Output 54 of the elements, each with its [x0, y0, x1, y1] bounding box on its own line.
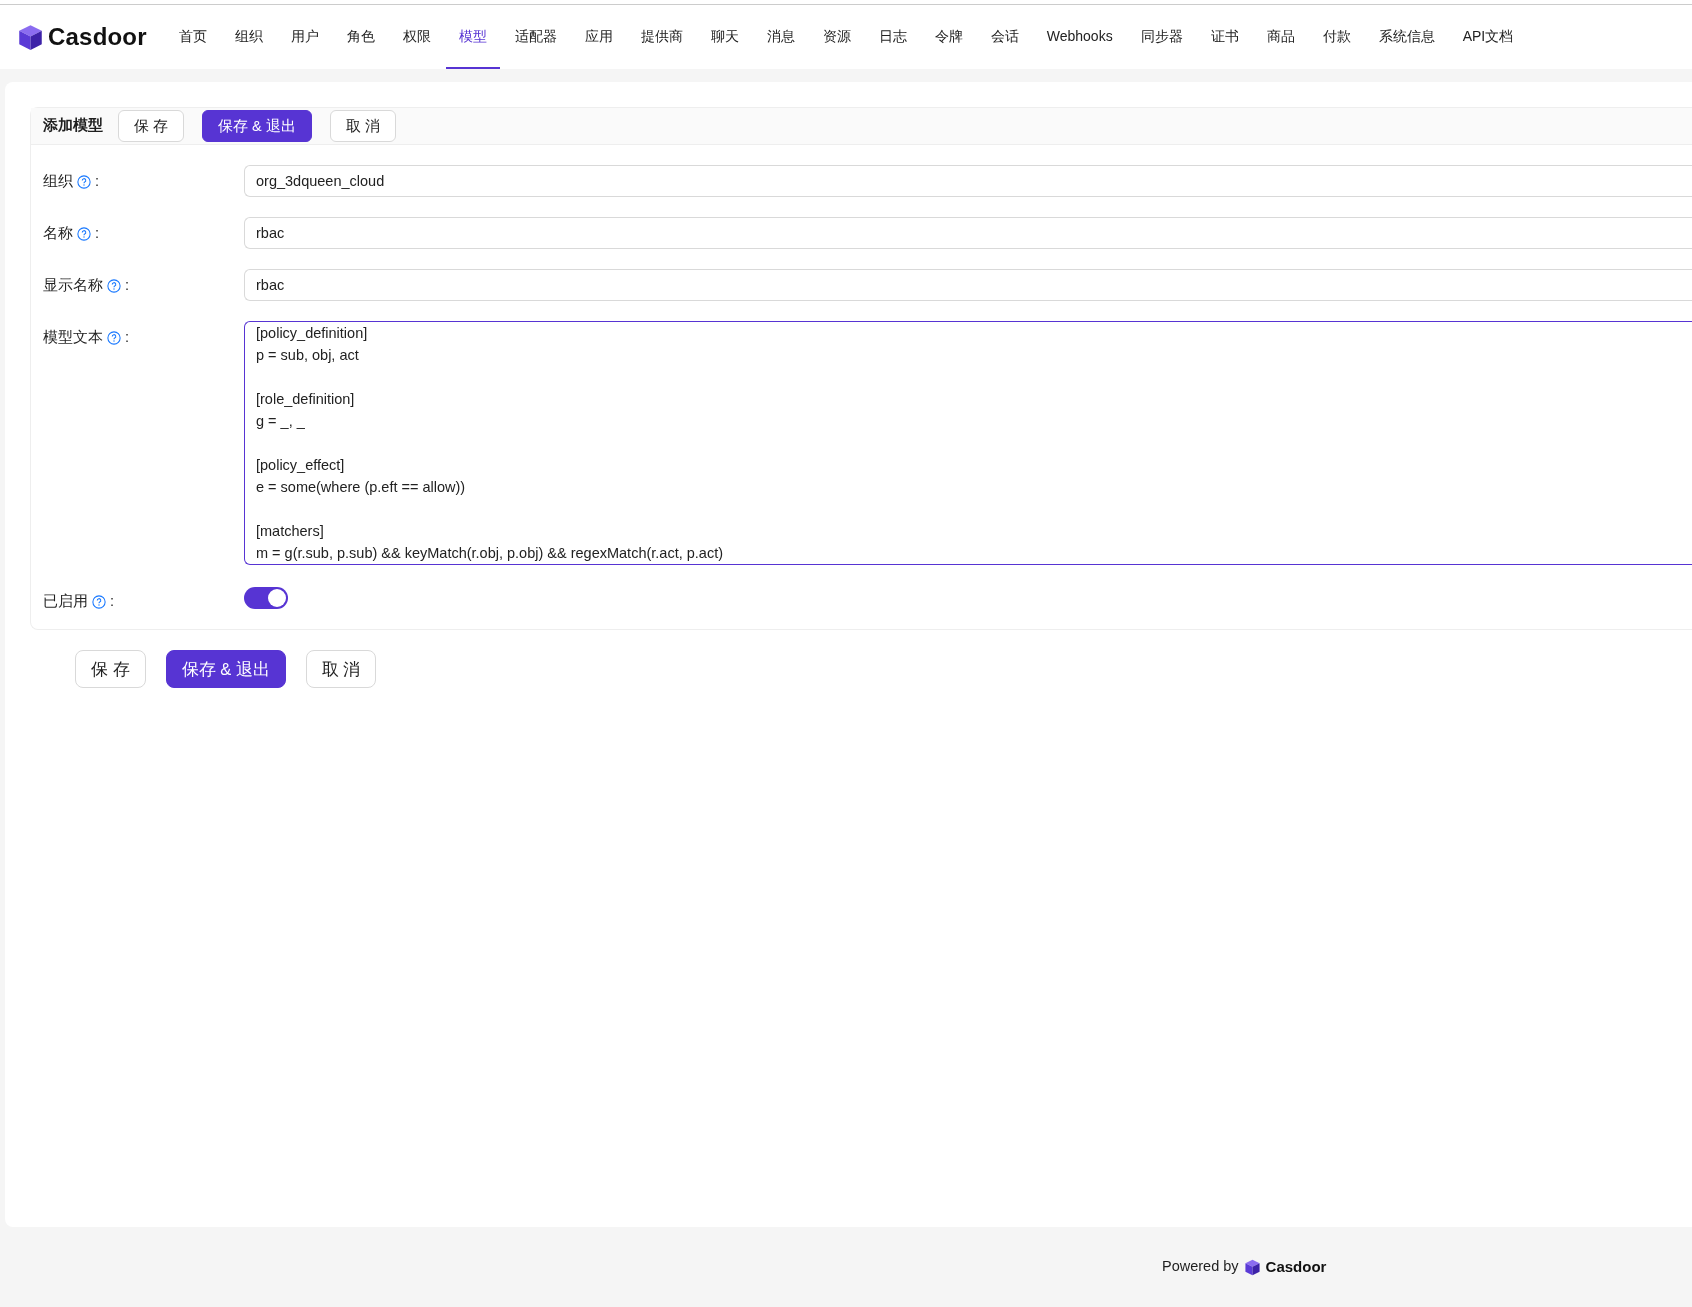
- nav-tab[interactable]: 角色: [333, 5, 388, 69]
- nav-tab[interactable]: 系统信息: [1365, 5, 1448, 69]
- input-field[interactable]: rbac: [244, 269, 1692, 301]
- label-colon: :: [95, 172, 100, 191]
- form-title: 添加模型: [43, 116, 103, 136]
- save-exit-button[interactable]: 保存 & 退出: [202, 110, 312, 142]
- nav-tab[interactable]: 会话: [977, 5, 1032, 69]
- label-colon: :: [125, 276, 130, 295]
- field-label: 模型文本: [43, 328, 103, 347]
- input-field[interactable]: rbac: [244, 217, 1692, 249]
- action-button[interactable]: 保 存: [118, 110, 185, 142]
- nav-tab[interactable]: 提供商: [627, 5, 696, 69]
- model-text-field[interactable]: [policy_definition] p = sub, obj, act [role_definition] g = _, _ [policy_effect] e = some(where (p.eft == allow)) [matchers] m = g(r.sub, p.sub) && keyMatch(r.obj, p.obj) && regexMatch(r.act, p.act): [244, 321, 1692, 565]
- nav-tab[interactable]: 同步器: [1127, 5, 1196, 69]
- nav-tab[interactable]: 应用: [571, 5, 626, 69]
- nav-tab[interactable]: 资源: [809, 5, 864, 69]
- nav-tab[interactable]: 适配器: [501, 5, 570, 69]
- nav-tab[interactable]: 令牌: [921, 5, 976, 69]
- toggle-switch[interactable]: [244, 587, 288, 609]
- nav-tab[interactable]: 组织: [221, 5, 276, 69]
- action-button[interactable]: 取 消: [329, 110, 396, 142]
- help-icon[interactable]: [107, 278, 121, 293]
- help-icon[interactable]: [77, 174, 91, 189]
- nav-tab[interactable]: 首页: [165, 5, 220, 69]
- cube-logo-icon: [1243, 1258, 1261, 1276]
- cube-logo-icon: [17, 23, 44, 51]
- powered-by-text: Powered by: [1162, 1257, 1239, 1277]
- nav-tab[interactable]: 消息: [753, 5, 808, 69]
- nav-tab[interactable]: 证书: [1197, 5, 1252, 69]
- nav-tab[interactable]: 商品: [1253, 5, 1308, 69]
- action-button[interactable]: 保 存: [75, 649, 146, 688]
- footer-brand-name[interactable]: Casdoor: [1265, 1255, 1327, 1279]
- field-label: 名称: [43, 224, 73, 243]
- label-colon: :: [125, 328, 130, 347]
- label-colon: :: [95, 224, 100, 243]
- action-button[interactable]: 取 消: [305, 649, 377, 688]
- input-field[interactable]: org_3dqueen_cloud: [244, 165, 1692, 197]
- nav-tab[interactable]: 权限: [389, 5, 444, 69]
- nav-tab[interactable]: Webhooks: [1033, 5, 1126, 69]
- nav-tab[interactable]: API文档: [1449, 5, 1527, 69]
- field-label: 显示名称: [43, 276, 103, 295]
- field-label: 已启用: [43, 592, 88, 611]
- brand-name[interactable]: Casdoor: [48, 19, 147, 55]
- nav-tab[interactable]: 聊天: [697, 5, 752, 69]
- help-icon[interactable]: [77, 226, 91, 241]
- nav-tab[interactable]: 用户: [277, 5, 332, 69]
- nav-tab[interactable]: 模型: [445, 5, 500, 69]
- nav-tab[interactable]: 日志: [865, 5, 920, 69]
- help-icon[interactable]: [107, 330, 121, 345]
- field-label: 组织: [43, 172, 73, 191]
- label-colon: :: [110, 592, 115, 611]
- nav-tab[interactable]: 付款: [1309, 5, 1364, 69]
- help-icon[interactable]: [92, 594, 106, 609]
- save-exit-button[interactable]: 保存 & 退出: [165, 649, 286, 688]
